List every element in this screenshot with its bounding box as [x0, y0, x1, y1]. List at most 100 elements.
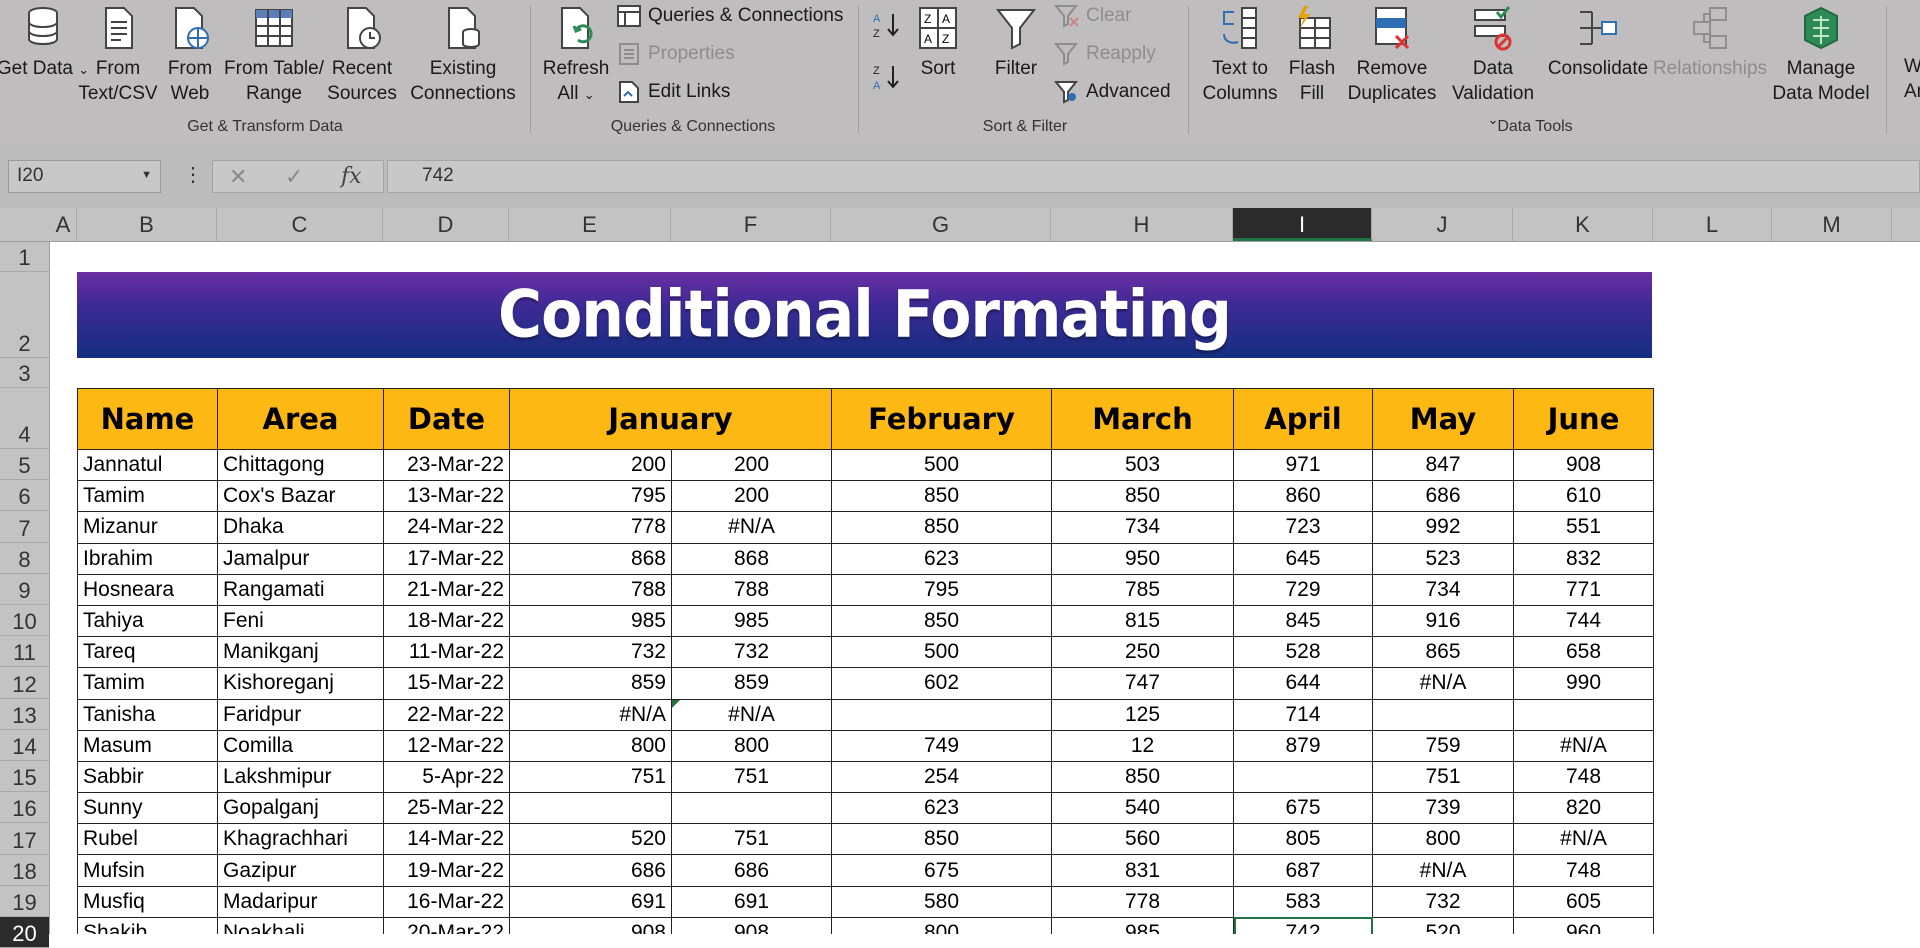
- cell-area[interactable]: Dhaka: [217, 511, 384, 544]
- column-header-i[interactable]: I: [1233, 208, 1372, 241]
- header-june[interactable]: June: [1513, 388, 1654, 450]
- cell-name[interactable]: Shakib: [77, 916, 218, 934]
- cell-march[interactable]: 125: [1051, 698, 1234, 731]
- cell-date[interactable]: 12-Mar-22: [383, 729, 510, 762]
- cell-february[interactable]: 623: [831, 542, 1052, 575]
- row-header[interactable]: 8: [0, 543, 49, 574]
- cell-march[interactable]: 985: [1051, 916, 1234, 934]
- cell-january-1[interactable]: 868: [509, 542, 672, 575]
- cell-february[interactable]: 602: [831, 667, 1052, 700]
- cell-may[interactable]: 759: [1372, 729, 1514, 762]
- row-header[interactable]: 6: [0, 480, 49, 512]
- cell-area[interactable]: Rangamati: [217, 573, 384, 606]
- cell-may[interactable]: 992: [1372, 511, 1514, 544]
- cell-february[interactable]: 749: [831, 729, 1052, 762]
- from-web-button[interactable]: From Web: [162, 4, 218, 106]
- cell-april[interactable]: 644: [1233, 667, 1373, 700]
- cell-april[interactable]: 860: [1233, 480, 1373, 513]
- cell-date[interactable]: 18-Mar-22: [383, 604, 510, 638]
- cell-june[interactable]: 744: [1513, 604, 1654, 638]
- row-header[interactable]: 19: [0, 886, 49, 917]
- cell-january-2[interactable]: #N/A: [671, 698, 832, 731]
- cell-area[interactable]: Kishoreganj: [217, 667, 384, 700]
- cell-date[interactable]: 11-Mar-22: [383, 636, 510, 669]
- cell-january-2[interactable]: 859: [671, 667, 832, 700]
- cell-january-1[interactable]: 795: [509, 480, 672, 513]
- cell-february[interactable]: 623: [831, 792, 1052, 825]
- cell-january-2[interactable]: 788: [671, 573, 832, 606]
- cell-january-2[interactable]: 985: [671, 604, 832, 638]
- column-header-l[interactable]: L: [1653, 208, 1772, 241]
- header-may[interactable]: May: [1372, 388, 1514, 450]
- cell-january-1[interactable]: 985: [509, 604, 672, 638]
- cell-name[interactable]: Tareq: [77, 636, 218, 669]
- row-header[interactable]: 13: [0, 699, 49, 730]
- cell-date[interactable]: 23-Mar-22: [383, 448, 510, 482]
- cell-february[interactable]: [831, 698, 1052, 731]
- data-validation-button[interactable]: Data Validation ⌄: [1448, 4, 1538, 132]
- cell-january-1[interactable]: 800: [509, 729, 672, 762]
- cell-january-2[interactable]: 200: [671, 448, 832, 482]
- header-date[interactable]: Date: [383, 388, 510, 450]
- cell-june[interactable]: [1513, 698, 1654, 731]
- cell-january-2[interactable]: 686: [671, 854, 832, 887]
- cell-march[interactable]: 734: [1051, 511, 1234, 544]
- cell-january-1[interactable]: 859: [509, 667, 672, 700]
- cell-april[interactable]: 645: [1233, 542, 1373, 575]
- cell-area[interactable]: Jamalpur: [217, 542, 384, 575]
- cell-january-2[interactable]: 691: [671, 885, 832, 918]
- cell-date[interactable]: 14-Mar-22: [383, 823, 510, 856]
- cell-may[interactable]: 751: [1372, 760, 1514, 794]
- cell-date[interactable]: 13-Mar-22: [383, 480, 510, 513]
- cell-february[interactable]: 850: [831, 480, 1052, 513]
- cell-area[interactable]: Manikganj: [217, 636, 384, 669]
- row-header[interactable]: 9: [0, 574, 49, 605]
- cell-area[interactable]: Chittagong: [217, 448, 384, 482]
- cell-january-2[interactable]: 908: [671, 916, 832, 934]
- row-header[interactable]: 17: [0, 823, 49, 855]
- cell-march[interactable]: 560: [1051, 823, 1234, 856]
- row-header[interactable]: 14: [0, 730, 49, 761]
- cell-february[interactable]: 500: [831, 636, 1052, 669]
- cell-january-1[interactable]: 778: [509, 511, 672, 544]
- cell-may[interactable]: 800: [1372, 823, 1514, 856]
- refresh-all-button[interactable]: Refresh All ⌄: [540, 4, 612, 107]
- filter-button[interactable]: Filter: [990, 4, 1042, 81]
- cell-may[interactable]: [1372, 698, 1514, 731]
- cell-area[interactable]: Noakhali: [217, 916, 384, 934]
- row-header[interactable]: 3: [0, 358, 49, 388]
- column-header-d[interactable]: D: [383, 208, 509, 241]
- recent-sources-button[interactable]: Recent Sources: [326, 4, 398, 106]
- cell-may[interactable]: 734: [1372, 573, 1514, 606]
- cell-area[interactable]: Gopalganj: [217, 792, 384, 825]
- more-options-icon[interactable]: ⋮: [183, 162, 203, 187]
- cell-may[interactable]: 916: [1372, 604, 1514, 638]
- cell-january-1[interactable]: 732: [509, 636, 672, 669]
- sort-ascending-button[interactable]: AZ: [872, 10, 908, 40]
- cell-january-1[interactable]: #N/A: [509, 698, 672, 731]
- cell-may[interactable]: 847: [1372, 448, 1514, 482]
- cell-april[interactable]: 879: [1233, 729, 1373, 762]
- cell-january-1[interactable]: 200: [509, 448, 672, 482]
- existing-connections-button[interactable]: Existing Connections: [408, 4, 518, 106]
- cell-area[interactable]: Lakshmipur: [217, 760, 384, 794]
- cell-june[interactable]: 960: [1513, 916, 1654, 934]
- row-header[interactable]: 1: [0, 242, 49, 272]
- cell-march[interactable]: 785: [1051, 573, 1234, 606]
- cell-march[interactable]: 850: [1051, 760, 1234, 794]
- cell-area[interactable]: Gazipur: [217, 854, 384, 887]
- cell-area[interactable]: Madaripur: [217, 885, 384, 918]
- cell-january-2[interactable]: 200: [671, 480, 832, 513]
- column-header-f[interactable]: F: [671, 208, 831, 241]
- cell-march[interactable]: 503: [1051, 448, 1234, 482]
- cell-june[interactable]: 908: [1513, 448, 1654, 482]
- properties-button[interactable]: Properties: [616, 42, 735, 66]
- cell-may[interactable]: #N/A: [1372, 854, 1514, 887]
- cell-april[interactable]: 742: [1233, 916, 1373, 934]
- sort-descending-button[interactable]: ZA: [872, 62, 908, 92]
- cell-june[interactable]: #N/A: [1513, 823, 1654, 856]
- cell-march[interactable]: 950: [1051, 542, 1234, 575]
- clear-button[interactable]: Clear: [1053, 4, 1131, 28]
- cell-name[interactable]: Tamim: [77, 480, 218, 513]
- header-january[interactable]: January: [509, 388, 832, 450]
